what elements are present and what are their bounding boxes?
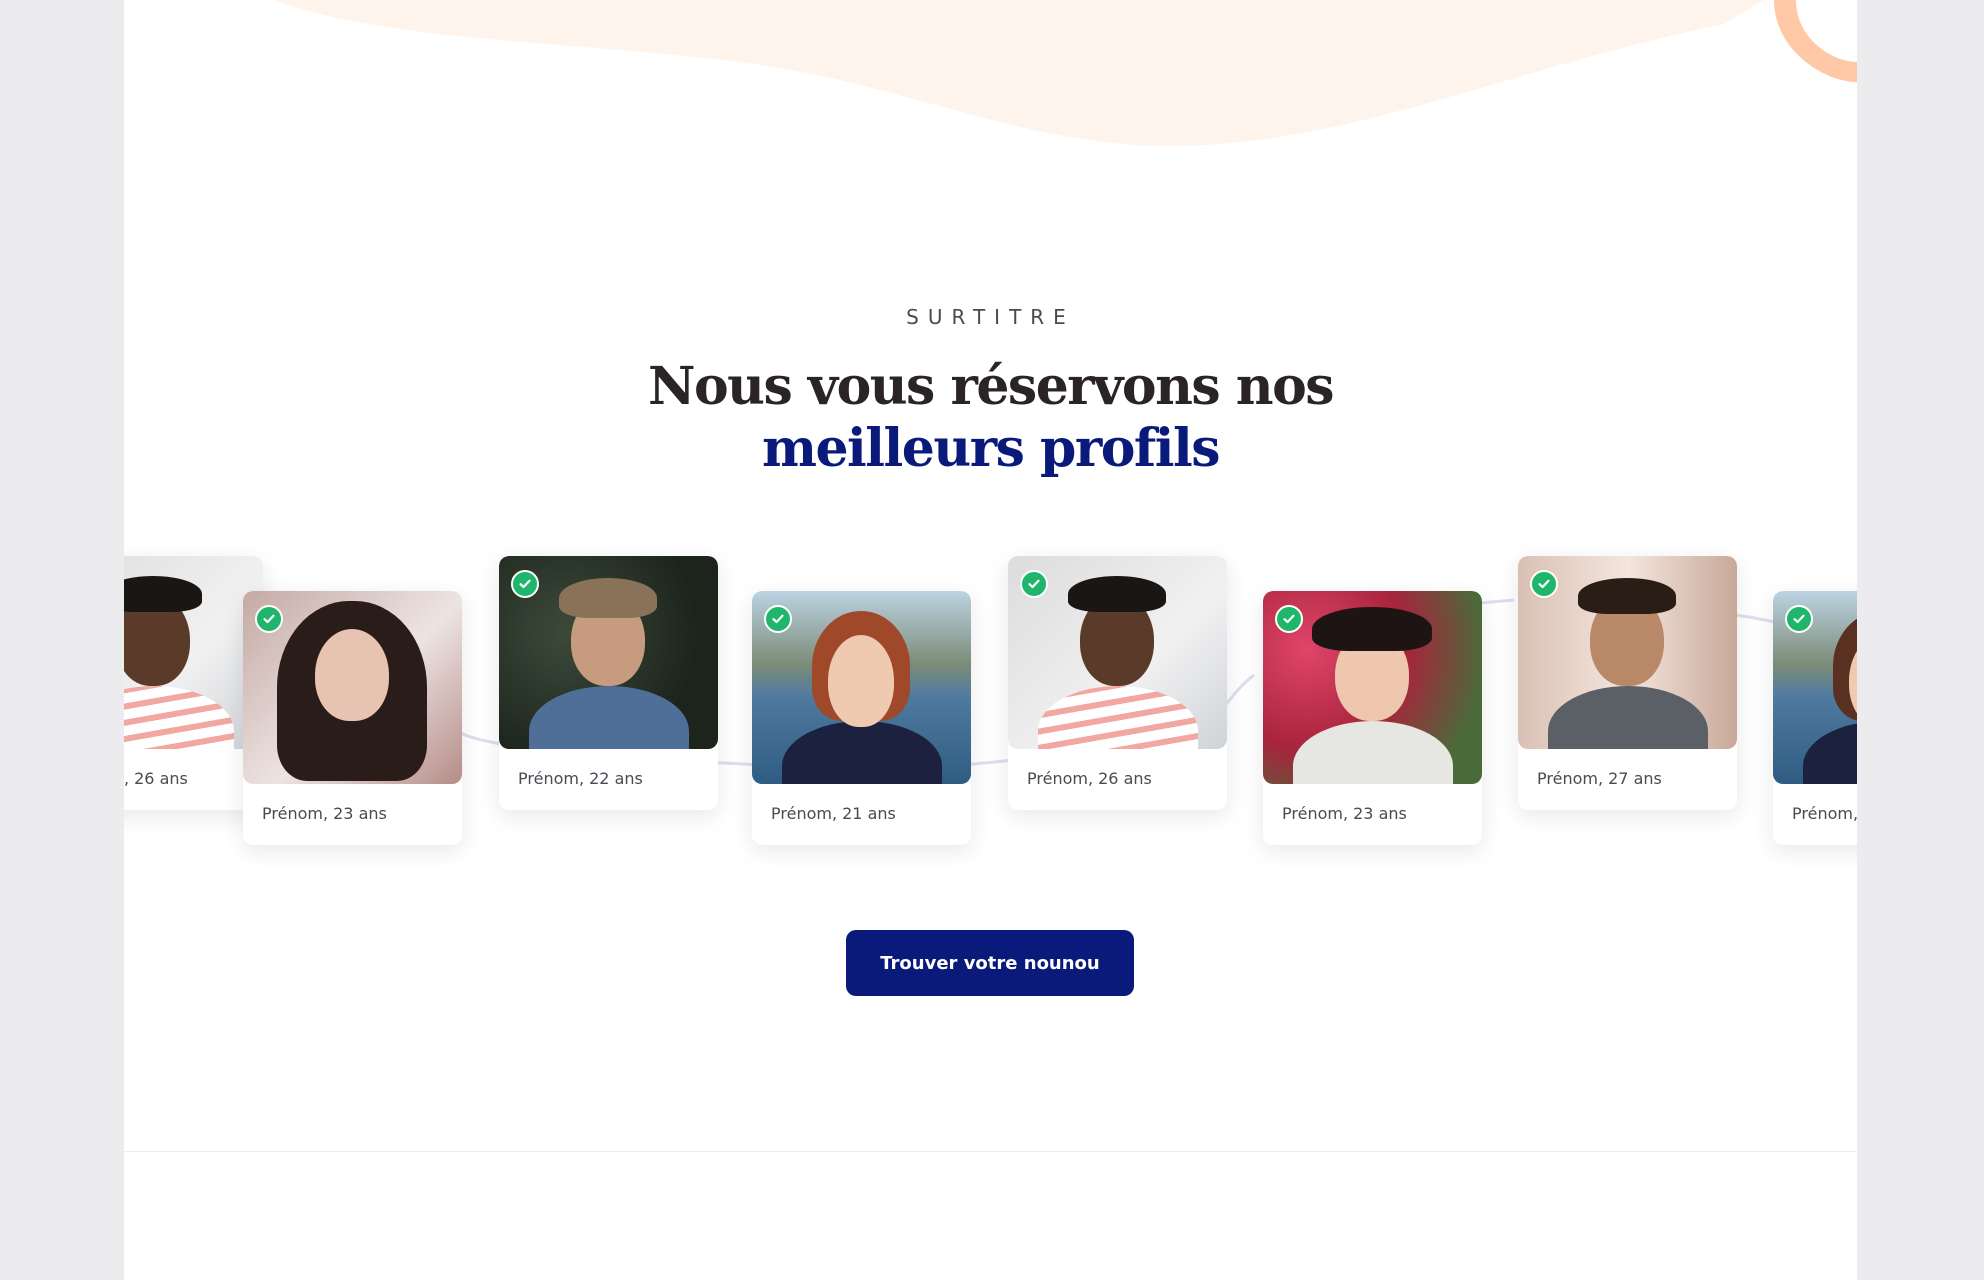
find-nanny-button[interactable]: Trouver votre nounou	[846, 930, 1134, 996]
profile-card[interactable]: Prénom, 21 ans	[1773, 591, 1857, 845]
verified-badge	[764, 605, 792, 633]
verified-badge	[1530, 570, 1558, 598]
headline-line-1: Nous vous réservons nos	[647, 356, 1335, 417]
profile-card[interactable]: Prénom, 21 ans	[752, 591, 971, 845]
verified-badge	[255, 605, 283, 633]
profile-caption: Prénom, 21 ans	[1792, 804, 1857, 823]
check-icon	[1538, 579, 1550, 589]
section-divider	[124, 1151, 1857, 1152]
check-icon	[772, 614, 784, 624]
check-icon	[1283, 614, 1295, 624]
verified-badge	[1020, 570, 1048, 598]
profile-caption: Prénom, 23 ans	[1282, 804, 1407, 823]
profile-caption: Prénom, 21 ans	[771, 804, 896, 823]
profile-caption: Prénom, 27 ans	[1537, 769, 1662, 788]
check-icon	[1028, 579, 1040, 589]
section-headline: Nous vous réservons nos meilleurs profil…	[124, 356, 1857, 480]
headline-line-2: meilleurs profils	[761, 418, 1221, 479]
profile-caption: Prénom, 26 ans	[124, 769, 188, 788]
profile-card[interactable]: Prénom, 27 ans	[1518, 556, 1737, 810]
profiles-carousel[interactable]: Prénom, 26 ans Prénom, 23 ans Prénom, 22…	[124, 540, 1857, 860]
verified-badge	[1785, 605, 1813, 633]
profile-card[interactable]: Prénom, 22 ans	[499, 556, 718, 810]
profile-card[interactable]: Prénom, 23 ans	[243, 591, 462, 845]
check-icon	[519, 579, 531, 589]
check-icon	[263, 614, 275, 624]
profile-card[interactable]: Prénom, 26 ans	[1008, 556, 1227, 810]
section-overline: SURTITRE	[906, 305, 1075, 329]
profile-caption: Prénom, 23 ans	[262, 804, 387, 823]
profile-caption: Prénom, 26 ans	[1027, 769, 1152, 788]
verified-badge	[511, 570, 539, 598]
profile-card[interactable]: Prénom, 23 ans	[1263, 591, 1482, 845]
verified-badge	[1275, 605, 1303, 633]
profile-caption: Prénom, 22 ans	[518, 769, 643, 788]
check-icon	[1793, 614, 1805, 624]
decorative-ring	[1774, 0, 1857, 82]
page: SURTITRE Nous vous réservons nos meilleu…	[124, 0, 1857, 1280]
decorative-wave	[274, 0, 1857, 147]
